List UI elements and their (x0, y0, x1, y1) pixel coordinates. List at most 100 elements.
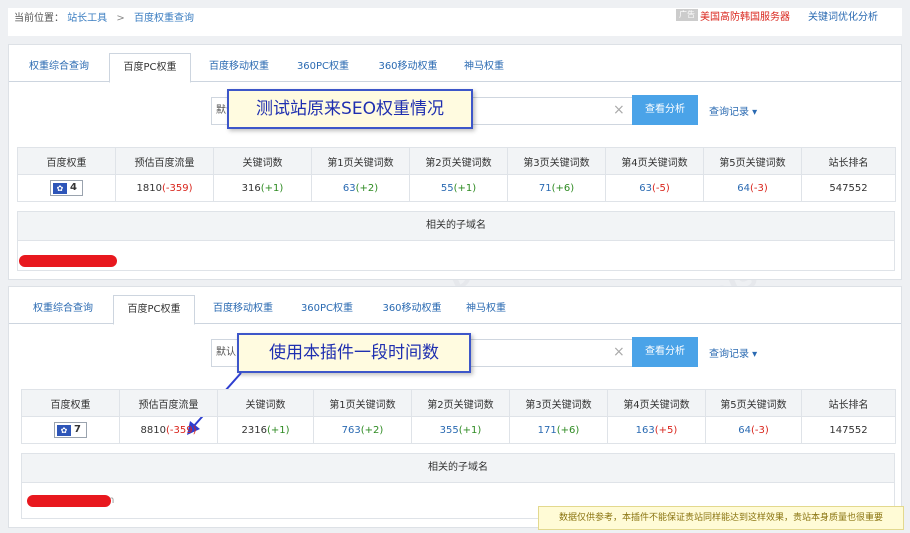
column-header: 第4页关键词数 (607, 389, 706, 417)
traffic-delta: (-359) (165, 424, 197, 436)
paw-icon: ✿ (53, 183, 68, 194)
rank-cell: 547552 (801, 174, 896, 202)
column-header: 第5页关键词数 (705, 389, 802, 417)
page2-link[interactable]: 55 (441, 183, 454, 194)
weight-stats-table: 百度权重 预估百度流量 关键词数 第1页关键词数 第2页关键词数 第3页关键词数… (21, 389, 896, 444)
weight-badge[interactable]: ✿ 4 (50, 180, 83, 196)
column-header: 百度权重 (17, 147, 116, 175)
keywords-delta: (+1) (266, 424, 290, 436)
tab-baidu-mobile[interactable]: 百度移动权重 (195, 53, 283, 80)
redaction-mark (27, 495, 111, 507)
page3-cell: 71(+6) (507, 174, 606, 202)
paw-icon: ✿ (57, 425, 72, 436)
query-history-link[interactable]: 查询记录 ▾ (709, 103, 757, 118)
page1-cell: 763(+2) (313, 416, 412, 444)
weight-panel-after: 权重综合查询 百度PC权重 百度移动权重 360PC权重 360移动权重 神马权… (8, 286, 902, 528)
weight-stats-table: 百度权重 预估百度流量 关键词数 第1页关键词数 第2页关键词数 第3页关键词数… (17, 147, 896, 202)
column-header: 预估百度流量 (115, 147, 214, 175)
page4-link[interactable]: 163 (636, 425, 655, 436)
page3-link[interactable]: 71 (539, 183, 552, 194)
column-header: 第1页关键词数 (311, 147, 410, 175)
page3-cell: 171(+6) (509, 416, 608, 444)
page1-link[interactable]: 763 (342, 425, 361, 436)
page4-link[interactable]: 63 (639, 183, 652, 194)
page2-cell: 355(+1) (411, 416, 510, 444)
page3-link[interactable]: 171 (538, 425, 557, 436)
column-header: 第2页关键词数 (409, 147, 508, 175)
page4-delta: (-5) (651, 182, 670, 194)
traffic-cell: 8810(-359) (119, 416, 218, 444)
column-header: 第5页关键词数 (703, 147, 802, 175)
clear-icon[interactable]: × (613, 97, 625, 123)
breadcrumb-webmaster-tools-link[interactable]: 站长工具 (67, 13, 107, 24)
keyword-analysis-link[interactable]: 关键词优化分析 (808, 8, 878, 23)
page5-cell: 64(-3) (703, 174, 802, 202)
column-header: 第1页关键词数 (313, 389, 412, 417)
traffic-value: 1810 (136, 182, 162, 194)
page5-delta: (-3) (749, 182, 768, 194)
keywords-cell: 316(+1) (213, 174, 312, 202)
column-header: 站长排名 (801, 389, 896, 417)
traffic-value: 8810 (140, 424, 166, 436)
column-header: 第4页关键词数 (605, 147, 704, 175)
annotation-callout: 测试站原来SEO权重情况 (227, 89, 473, 129)
column-header: 站长排名 (801, 147, 896, 175)
breadcrumb-separator: > (116, 13, 125, 24)
keywords-cell: 2316(+1) (217, 416, 314, 444)
redaction-mark (19, 255, 117, 267)
page5-link[interactable]: 64 (738, 425, 751, 436)
ad-server-link[interactable]: 美国高防韩国服务器 (700, 8, 790, 23)
breadcrumb-prefix: 当前位置： (14, 13, 64, 24)
page1-cell: 63(+2) (311, 174, 410, 202)
weight-value: 7 (74, 424, 81, 435)
weight-value: 4 (70, 182, 77, 193)
column-header: 关键词数 (217, 389, 314, 417)
column-header: 第3页关键词数 (509, 389, 608, 417)
page1-link[interactable]: 63 (343, 183, 356, 194)
page4-cell: 163(+5) (607, 416, 706, 444)
weight-cell: ✿ 4 (17, 174, 116, 202)
page5-delta: (-3) (750, 424, 769, 436)
traffic-delta: (-359) (161, 182, 193, 194)
tab-overall[interactable]: 权重综合查询 (15, 53, 103, 80)
weight-cell: ✿ 7 (21, 416, 120, 444)
table-row: ✿ 4 1810(-359) 316(+1) 63(+2) 55(+1) 71(+… (17, 174, 896, 202)
ad-tag: 广告 (676, 9, 698, 21)
tab-shenma[interactable]: 神马权重 (453, 53, 515, 80)
page5-cell: 64(-3) (705, 416, 802, 444)
page1-delta: (+2) (360, 424, 384, 436)
tab-bar: 权重综合查询 百度PC权重 百度移动权重 360PC权重 360移动权重 神马权… (9, 53, 901, 83)
keywords-value: 2316 (241, 424, 267, 436)
subdomain-list (17, 240, 895, 271)
breadcrumb: 当前位置： 站长工具 > 百度权重查询 (14, 9, 194, 24)
keywords-delta: (+1) (260, 182, 284, 194)
page5-link[interactable]: 64 (737, 183, 750, 194)
tab-360-mobile[interactable]: 360移动权重 (365, 53, 451, 80)
tab-baidu-pc[interactable]: 百度PC权重 (109, 53, 191, 83)
weight-badge[interactable]: ✿ 7 (54, 422, 87, 438)
rank-cell: 147552 (801, 416, 896, 444)
column-header: 第2页关键词数 (411, 389, 510, 417)
page3-delta: (+6) (556, 424, 580, 436)
keywords-value: 316 (241, 182, 261, 194)
column-header: 百度权重 (21, 389, 120, 417)
table-header-row: 百度权重 预估百度流量 关键词数 第1页关键词数 第2页关键词数 第3页关键词数… (21, 389, 896, 417)
page2-delta: (+1) (458, 424, 482, 436)
breadcrumb-baidu-weight-link[interactable]: 百度权重查询 (134, 13, 194, 24)
page2-cell: 55(+1) (409, 174, 508, 202)
tab-360-pc[interactable]: 360PC权重 (285, 53, 361, 80)
table-header-row: 百度权重 预估百度流量 关键词数 第1页关键词数 第2页关键词数 第3页关键词数… (17, 147, 896, 175)
page2-delta: (+1) (453, 182, 477, 194)
column-header: 预估百度流量 (119, 389, 218, 417)
subdomain-header: 相关的子域名 (17, 211, 895, 241)
page3-delta: (+6) (551, 182, 575, 194)
view-analysis-button[interactable]: 查看分析 (632, 95, 698, 125)
disclaimer-notice: 数据仅供参考，本插件不能保证贵站同样能达到这样效果，贵站本身质量也很重要 (538, 506, 904, 530)
page1-delta: (+2) (355, 182, 379, 194)
page4-delta: (+5) (654, 424, 678, 436)
page2-link[interactable]: 355 (440, 425, 459, 436)
page4-cell: 63(-5) (605, 174, 704, 202)
traffic-cell: 1810(-359) (115, 174, 214, 202)
column-header: 关键词数 (213, 147, 312, 175)
table-row: ✿ 7 8810(-359) 2316(+1) 763(+2) 355(+1) 1… (21, 416, 896, 444)
